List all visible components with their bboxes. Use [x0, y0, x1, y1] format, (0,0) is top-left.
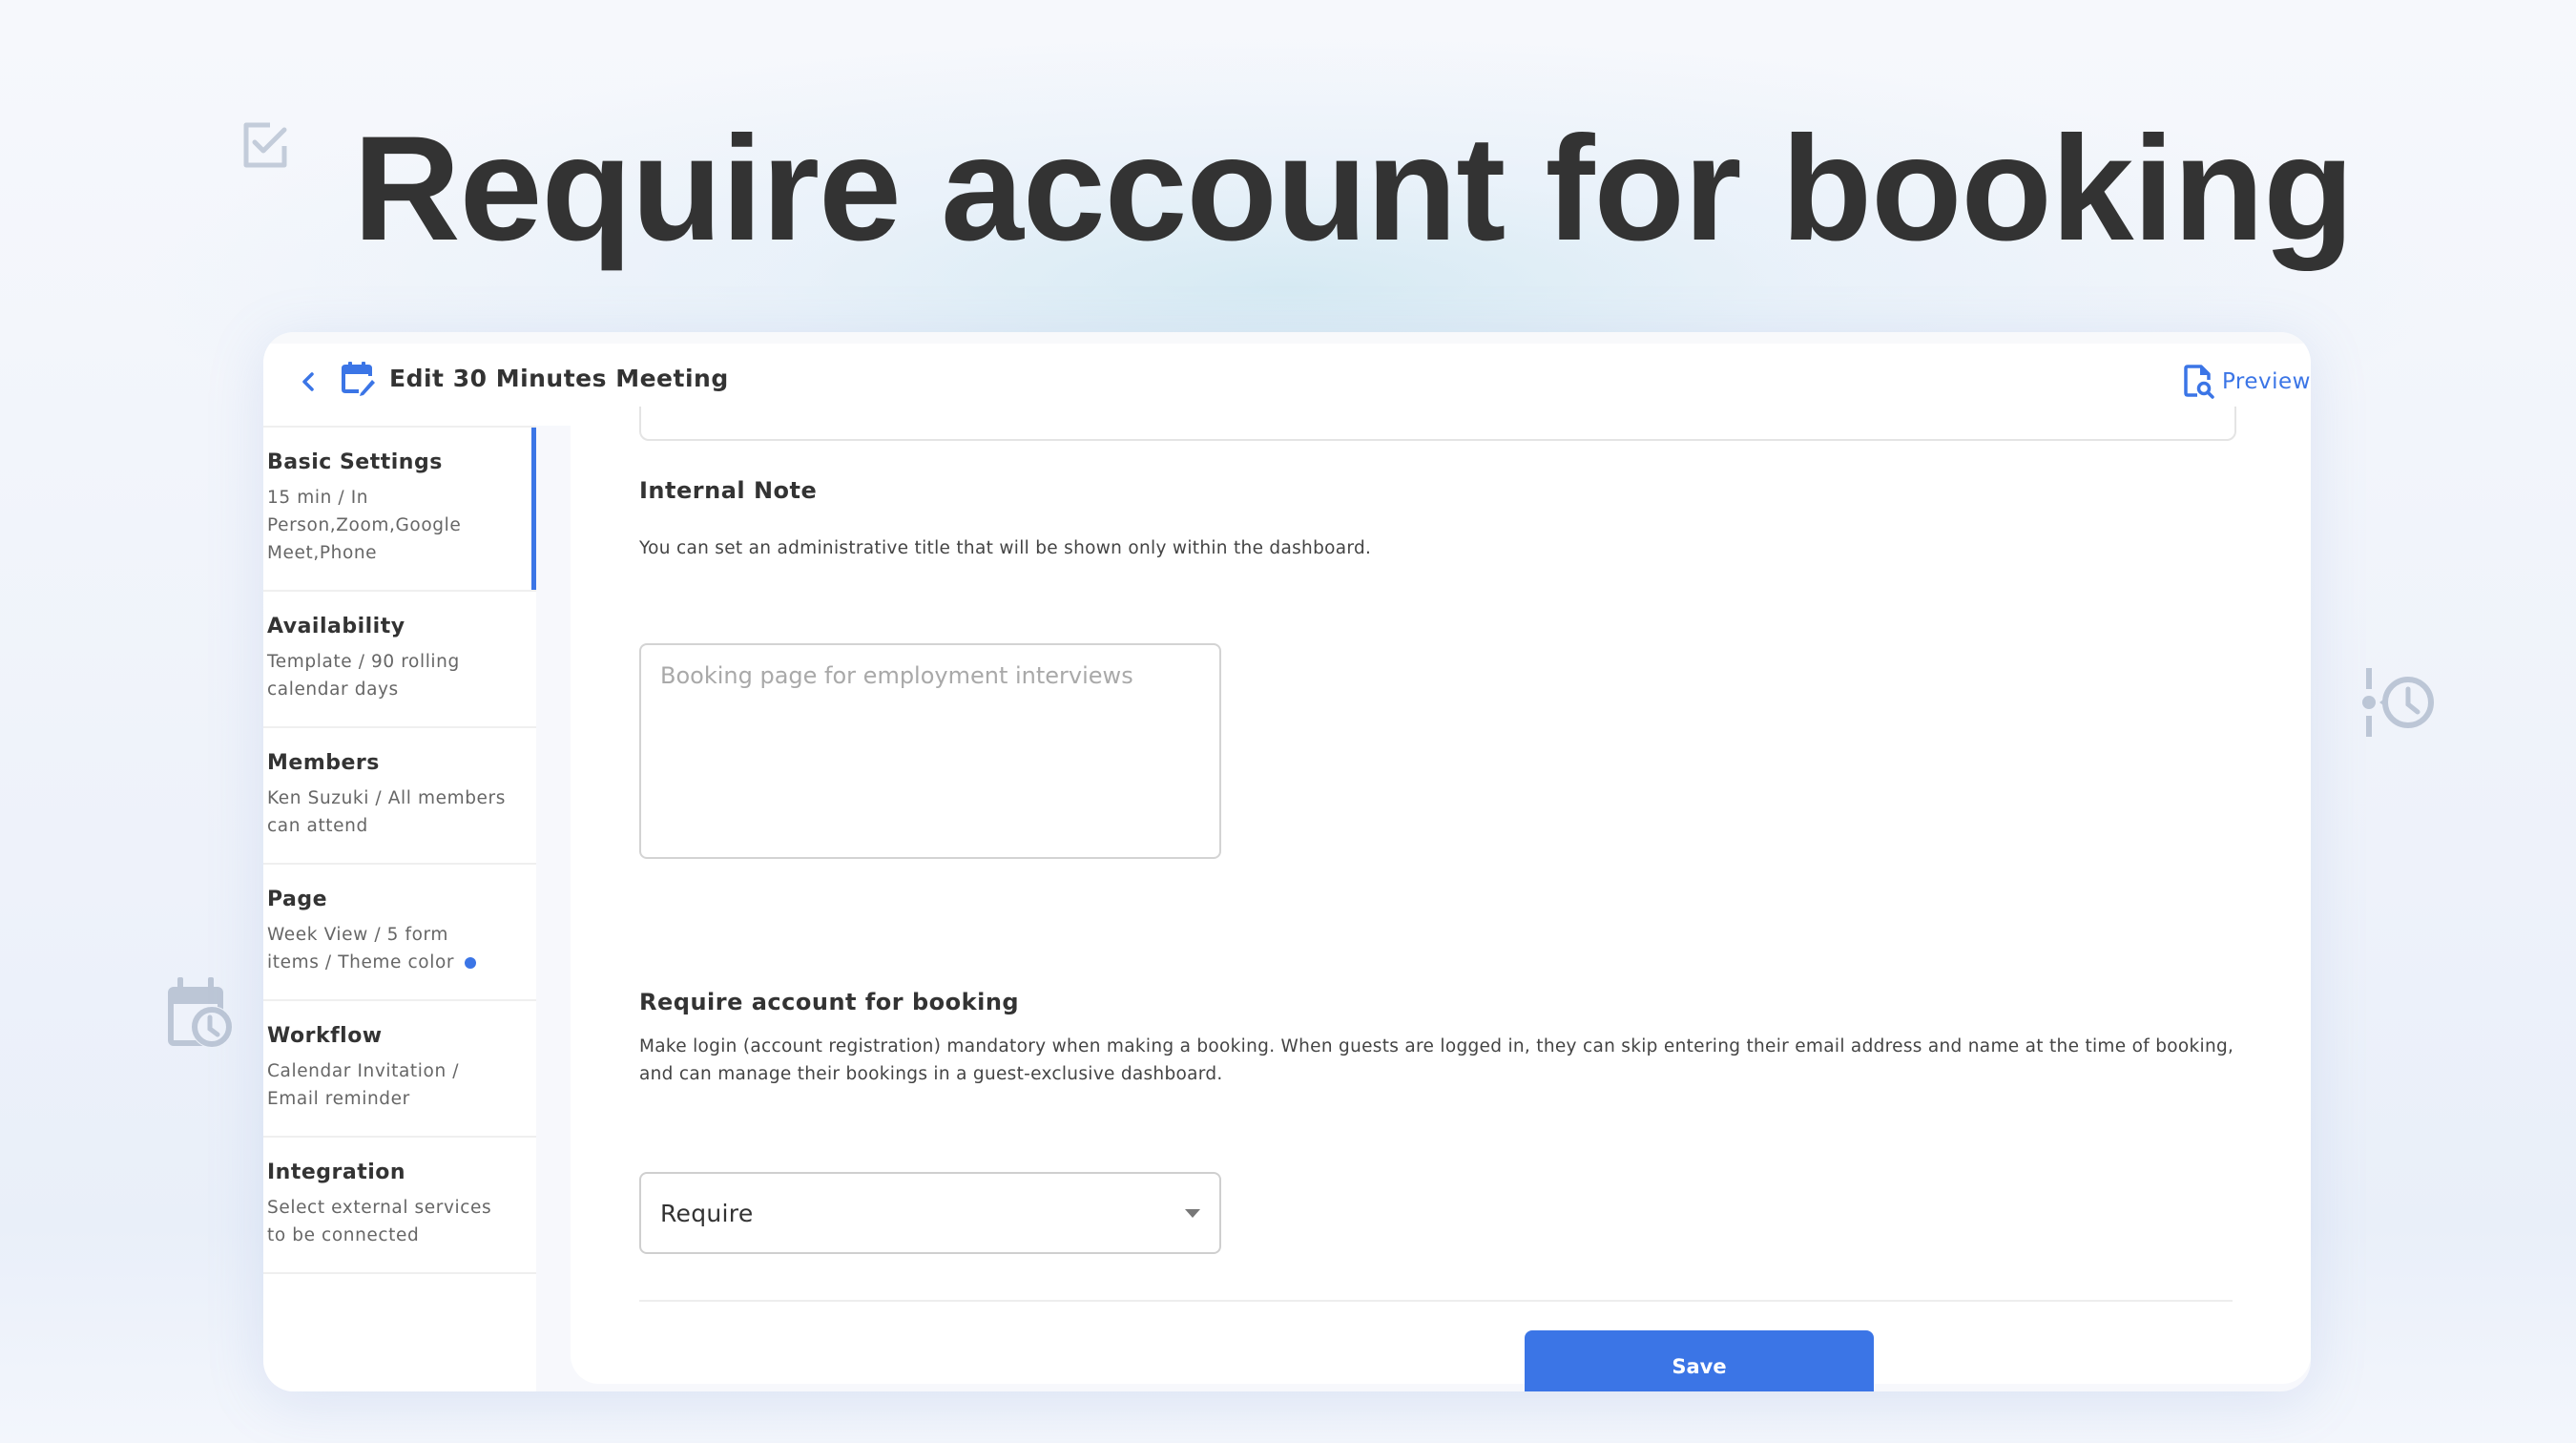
sidebar-item-desc: Week View / 5 form items / Theme color: [267, 925, 455, 972]
file-search-icon: [2184, 365, 2214, 399]
footer-divider: [639, 1300, 2233, 1302]
sidebar-item-desc: Ken Suzuki / All members can attend: [267, 788, 506, 836]
settings-main-panel: Internal Note You can set an administrat…: [571, 407, 2311, 1391]
sidebar-item-desc: 15 min / In Person,Zoom,Google Meet,Phon…: [267, 488, 462, 563]
checkbox-icon: [241, 121, 289, 169]
settings-sidebar: Basic Settings 15 min / In Person,Zoom,G…: [263, 426, 536, 1391]
calendar-edit-icon: [338, 359, 376, 401]
internal-note-description: You can set an administrative title that…: [639, 538, 1372, 558]
require-account-description: Make login (account registration) mandat…: [639, 1036, 2234, 1084]
theme-color-dot: [464, 957, 476, 969]
back-button[interactable]: [290, 363, 328, 401]
window-top-strip: [263, 332, 2311, 344]
sidebar-item-integration[interactable]: Integration Select external services to …: [263, 1138, 536, 1274]
require-account-select[interactable]: Require: [639, 1172, 1221, 1254]
calendar-clock-icon: [162, 975, 235, 1056]
internal-note-title: Internal Note: [639, 477, 818, 504]
sidebar-item-title: Availability: [267, 615, 405, 638]
page-title: Edit 30 Minutes Meeting: [389, 365, 729, 392]
sidebar-item-desc: Template / 90 rolling calendar days: [267, 652, 460, 700]
require-account-title: Require account for booking: [639, 989, 1020, 1015]
sidebar-item-title: Workflow: [267, 1024, 383, 1048]
timeline-clock-icon: [2362, 666, 2442, 739]
editor-window: Edit 30 Minutes Meeting Preview Basic Se…: [263, 332, 2311, 1391]
sidebar-item-desc: Select external services to be connected: [267, 1198, 492, 1245]
sidebar-item-page[interactable]: Page Week View / 5 form items / Theme co…: [263, 865, 536, 1001]
sidebar-item-title: Basic Settings: [267, 450, 443, 474]
sidebar-item-title: Integration: [267, 1161, 406, 1184]
internal-note-textarea[interactable]: [639, 643, 1221, 859]
sidebar-item-title: Page: [267, 888, 328, 911]
sidebar-item-title: Members: [267, 751, 380, 775]
hero-title: Require account for booking: [353, 106, 2354, 272]
sidebar-item-workflow[interactable]: Workflow Calendar Invitation / Email rem…: [263, 1001, 536, 1138]
preview-label: Preview: [2221, 369, 2311, 394]
sidebar-item-availability[interactable]: Availability Template / 90 rolling calen…: [263, 592, 536, 728]
save-button[interactable]: Save: [1525, 1330, 1874, 1391]
previous-field-edge: [639, 407, 2236, 441]
sidebar-item-basic-settings[interactable]: Basic Settings 15 min / In Person,Zoom,G…: [263, 428, 536, 592]
sidebar-item-members[interactable]: Members Ken Suzuki / All members can att…: [263, 728, 536, 865]
require-account-selected: Require: [660, 1199, 754, 1227]
preview-button[interactable]: Preview: [2184, 361, 2311, 403]
caret-down-icon: [1185, 1208, 1200, 1218]
sidebar-item-desc: Calendar Invitation / Email reminder: [267, 1061, 460, 1109]
chevron-left-icon: [302, 372, 314, 391]
